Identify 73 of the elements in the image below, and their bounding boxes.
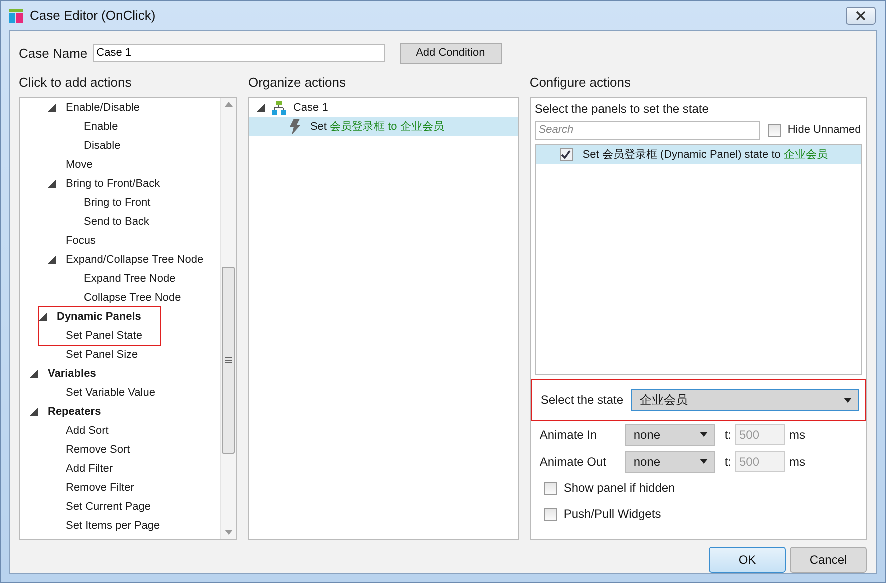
- scroll-down-icon[interactable]: [224, 530, 233, 535]
- action-tree-item[interactable]: Set Current Page: [66, 500, 151, 512]
- action-tree-item[interactable]: Focus: [66, 234, 96, 246]
- checkbox-label: Hide Unnamed: [788, 124, 862, 136]
- cancel-button[interactable]: Cancel: [790, 547, 867, 573]
- action-tree-item[interactable]: Repeaters: [48, 406, 102, 418]
- expander-icon[interactable]: [30, 370, 38, 378]
- action-tree-item[interactable]: Bring to Front/Back: [66, 178, 160, 190]
- section-heading: Configure actions: [530, 75, 632, 92]
- action-tree-item[interactable]: Enable/Disable: [66, 102, 140, 114]
- effect-dropdown[interactable]: none: [624, 424, 715, 446]
- checkbox-label: Show panel if hidden: [564, 481, 676, 495]
- panel-row[interactable]: Set 会员登录框 (Dynamic Panel) state to 企业会员: [536, 145, 861, 164]
- unit-label: ms: [789, 454, 806, 468]
- action-tree-item[interactable]: Variables: [48, 368, 96, 380]
- checkbox[interactable]: [768, 124, 781, 136]
- action-tree-item[interactable]: Set Variable Value: [66, 386, 156, 398]
- action-tree-item[interactable]: Add Filter: [66, 462, 114, 474]
- close-icon: [856, 10, 866, 20]
- expander-icon[interactable]: [30, 408, 38, 416]
- lightning-icon: [289, 118, 302, 134]
- checkbox[interactable]: [544, 508, 557, 520]
- action-tree-item[interactable]: Move: [66, 158, 93, 170]
- action-tree-item[interactable]: Expand Tree Node: [84, 272, 176, 284]
- checkbox[interactable]: [544, 482, 557, 494]
- time-label: t:: [724, 454, 732, 468]
- action-tree-item[interactable]: Set Panel Size: [66, 348, 138, 360]
- action-tree-item[interactable]: Send to Back: [84, 216, 150, 228]
- action-tree-item[interactable]: Remove Sort: [66, 444, 130, 456]
- action-item[interactable]: Set 会员登录框 to 企业会员: [249, 117, 518, 136]
- window-title: Case Editor (OnClick): [30, 8, 156, 23]
- panels-caption: Select the panels to set the state: [534, 102, 710, 118]
- action-tree-item[interactable]: Collapse Tree Node: [84, 292, 182, 304]
- hierarchy-icon: [272, 100, 286, 114]
- caret-icon: [844, 398, 852, 402]
- add-condition-button[interactable]: Add Condition: [400, 42, 502, 64]
- checkbox-label: Push/Pull Widgets: [564, 507, 662, 521]
- scrollbar[interactable]: [220, 98, 236, 539]
- search-field[interactable]: Search: [534, 120, 760, 140]
- app-icon: [8, 8, 24, 24]
- close-button[interactable]: [846, 6, 876, 24]
- action-tree-item[interactable]: Expand/Collapse Tree Node: [66, 254, 204, 266]
- caret-icon: [700, 432, 708, 437]
- action-tree-item[interactable]: Remove Filter: [66, 482, 134, 494]
- expander-icon[interactable]: [48, 256, 56, 264]
- action-tree-item[interactable]: Disable: [84, 140, 121, 152]
- action-tree-item[interactable]: Set Panel State: [66, 330, 142, 342]
- scroll-thumb[interactable]: [222, 267, 236, 454]
- expander-icon[interactable]: [48, 104, 56, 112]
- checkbox[interactable]: [560, 148, 573, 161]
- action-tree-item[interactable]: Enable: [84, 120, 118, 132]
- case-item[interactable]: Case 1: [293, 102, 328, 114]
- time-label: t:: [724, 428, 732, 442]
- section-heading: Organize actions: [248, 75, 348, 92]
- case-name-field[interactable]: Case 1: [92, 44, 385, 62]
- section-heading: Click to add actions: [19, 75, 133, 92]
- action-tree-item[interactable]: Bring to Front: [84, 196, 151, 208]
- unit-label: ms: [789, 428, 806, 442]
- action-tree-item[interactable]: Set Items per Page: [66, 520, 160, 532]
- state-dropdown[interactable]: 企业会员: [630, 389, 859, 411]
- ok-button[interactable]: OK: [709, 547, 786, 573]
- scroll-up-icon[interactable]: [224, 102, 233, 107]
- expander-icon[interactable]: [48, 180, 56, 188]
- action-tree-item[interactable]: Dynamic Panels: [57, 310, 142, 322]
- state-label: Select the state: [540, 393, 625, 407]
- animation-label: Animate In: [540, 428, 598, 442]
- caret-icon: [700, 459, 708, 464]
- expander-icon[interactable]: [257, 104, 266, 112]
- expander-icon[interactable]: [39, 312, 47, 320]
- case-name-label: Case Name: [19, 46, 88, 60]
- animation-label: Animate Out: [540, 454, 608, 468]
- action-tree-item[interactable]: Add Sort: [66, 424, 109, 436]
- effect-dropdown[interactable]: none: [624, 450, 715, 472]
